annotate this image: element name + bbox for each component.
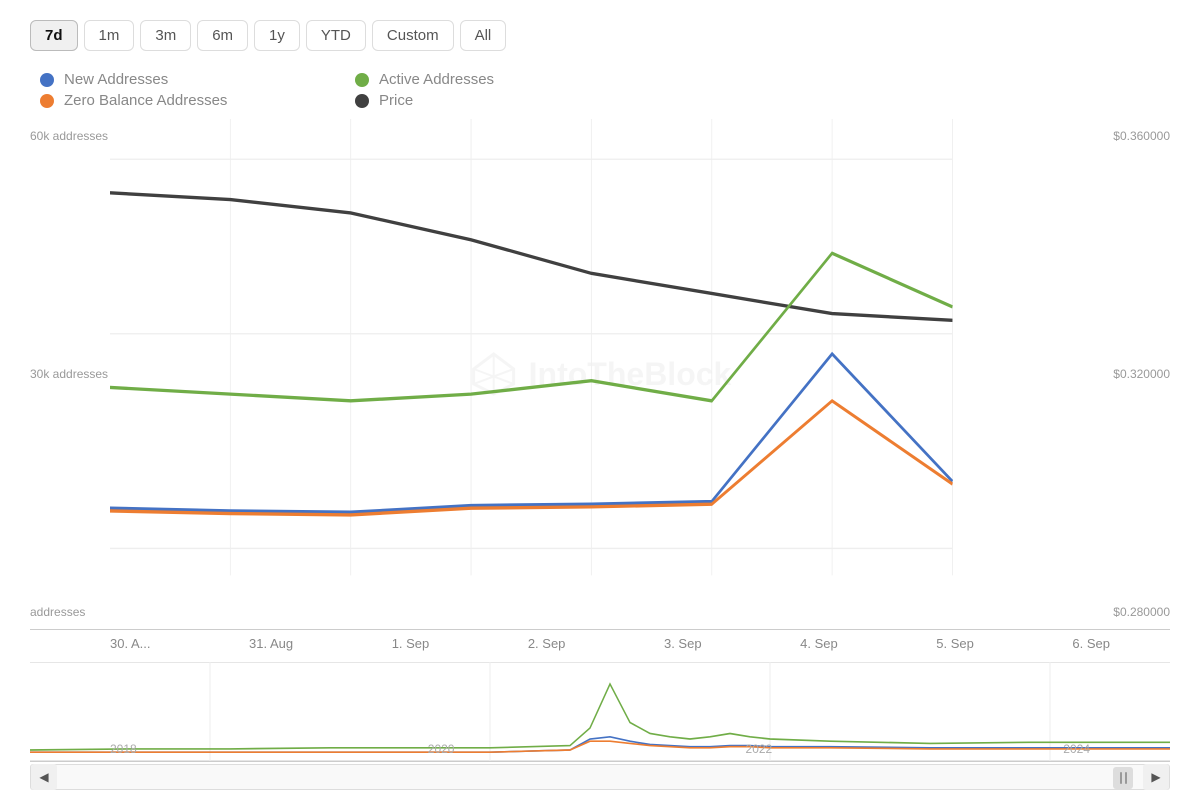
x-label-3: 2. Sep bbox=[528, 636, 566, 651]
legend-price[interactable]: Price bbox=[355, 92, 630, 109]
chart-legend: New Addresses Active Addresses Zero Bala… bbox=[30, 71, 630, 109]
x-label-4: 3. Sep bbox=[664, 636, 702, 651]
overview-chart[interactable]: 2018 2020 2022 2024 bbox=[30, 662, 1170, 762]
year-2024: 2024 bbox=[1063, 742, 1090, 756]
legend-label-active-addresses: Active Addresses bbox=[379, 71, 494, 88]
scroll-left-button[interactable]: ◀ bbox=[31, 764, 57, 790]
btn-6m[interactable]: 6m bbox=[197, 20, 248, 51]
btn-7d[interactable]: 7d bbox=[30, 20, 78, 51]
scroll-handle[interactable] bbox=[1113, 767, 1133, 789]
btn-1m[interactable]: 1m bbox=[84, 20, 135, 51]
scroll-right-button[interactable]: ▶ bbox=[1143, 764, 1169, 790]
chart-area: 60k addresses 30k addresses addresses $0… bbox=[30, 119, 1170, 790]
legend-active-addresses[interactable]: Active Addresses bbox=[355, 71, 630, 88]
x-label-6: 5. Sep bbox=[936, 636, 974, 651]
overview-years: 2018 2020 2022 2024 bbox=[30, 742, 1170, 756]
legend-dot-price bbox=[355, 94, 369, 108]
grip-line-1 bbox=[1120, 772, 1122, 784]
btn-custom[interactable]: Custom bbox=[372, 20, 454, 51]
year-2018: 2018 bbox=[110, 742, 137, 756]
x-label-2: 1. Sep bbox=[392, 636, 430, 651]
scroll-track[interactable] bbox=[57, 765, 1143, 789]
legend-dot-zero-balance bbox=[40, 94, 54, 108]
x-axis: 30. A... 31. Aug 1. Sep 2. Sep 3. Sep 4.… bbox=[30, 630, 1170, 657]
x-label-7: 6. Sep bbox=[1072, 636, 1110, 651]
legend-dot-active-addresses bbox=[355, 73, 369, 87]
time-range-selector: 7d 1m 3m 6m 1y YTD Custom All bbox=[30, 20, 1170, 51]
legend-dot-new-addresses bbox=[40, 73, 54, 87]
legend-zero-balance[interactable]: Zero Balance Addresses bbox=[40, 92, 315, 109]
legend-new-addresses[interactable]: New Addresses bbox=[40, 71, 315, 88]
year-2020: 2020 bbox=[428, 742, 455, 756]
btn-all[interactable]: All bbox=[460, 20, 507, 51]
scrollbar[interactable]: ◀ ▶ bbox=[30, 764, 1170, 790]
grip-line-2 bbox=[1125, 772, 1127, 784]
scroll-handle-grip bbox=[1120, 772, 1127, 784]
x-label-5: 4. Sep bbox=[800, 636, 838, 651]
x-label-1: 31. Aug bbox=[249, 636, 293, 651]
btn-3m[interactable]: 3m bbox=[140, 20, 191, 51]
chart-svg bbox=[30, 119, 1170, 629]
legend-label-price: Price bbox=[379, 92, 413, 109]
legend-label-new-addresses: New Addresses bbox=[64, 71, 168, 88]
btn-ytd[interactable]: YTD bbox=[306, 20, 366, 51]
legend-label-zero-balance: Zero Balance Addresses bbox=[64, 92, 227, 109]
year-2022: 2022 bbox=[746, 742, 773, 756]
x-label-0: 30. A... bbox=[110, 636, 150, 651]
main-chart[interactable]: 60k addresses 30k addresses addresses $0… bbox=[30, 119, 1170, 630]
btn-1y[interactable]: 1y bbox=[254, 20, 300, 51]
